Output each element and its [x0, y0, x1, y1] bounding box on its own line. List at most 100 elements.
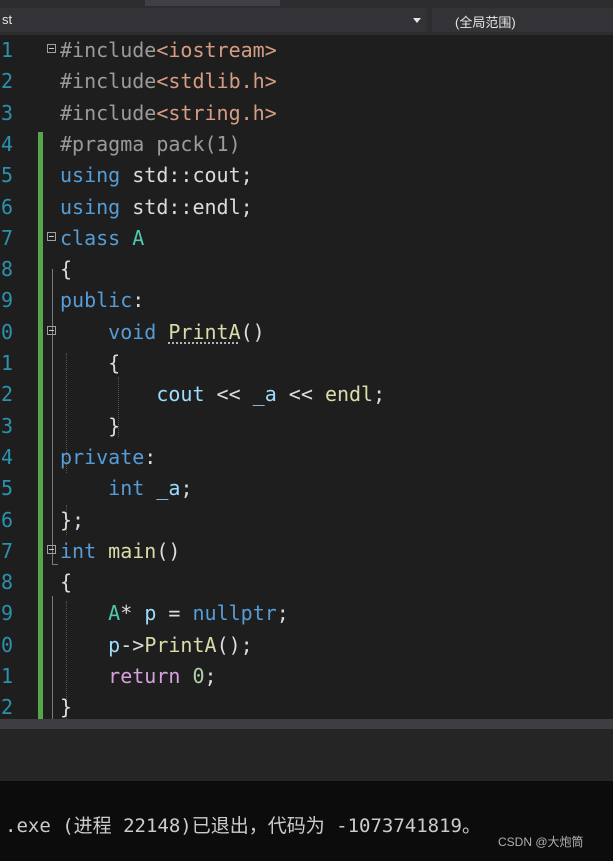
collapse-icon[interactable] [47, 44, 56, 53]
code-token: using [60, 163, 121, 188]
line-number: 8 [0, 570, 13, 595]
code-token: { [60, 257, 73, 282]
code-line[interactable]: 7 int main() [0, 536, 613, 567]
line-number: 6 [0, 507, 13, 532]
code-line[interactable]: 2 #include<stdlib.h> [0, 66, 613, 97]
line-number: 5 [0, 476, 13, 501]
code-line[interactable]: 1 { [0, 348, 613, 379]
line-number: 2 [0, 69, 13, 94]
code-token: ; [180, 476, 193, 501]
code-line[interactable]: 4 private: [0, 442, 613, 473]
code-line[interactable]: 7 class A [0, 223, 613, 254]
code-token: << [276, 382, 325, 407]
panel-splitter[interactable] [0, 719, 613, 729]
code-token: <string.h> [156, 100, 277, 125]
chevron-down-icon[interactable] [413, 18, 421, 23]
line-number: 2 [0, 382, 13, 407]
code-line[interactable]: 5 int _a; [0, 473, 613, 504]
code-line[interactable]: 1 return 0; [0, 661, 613, 692]
code-text: int main() [60, 539, 180, 563]
line-number: 0 [0, 632, 13, 657]
code-line[interactable]: 0 void PrintA() [0, 317, 613, 348]
code-text: return 0; [60, 664, 216, 688]
code-token: _a [252, 382, 277, 407]
code-token: { [60, 570, 73, 595]
code-token: -> [120, 632, 145, 657]
code-token: ; [276, 601, 289, 626]
collapse-icon[interactable] [47, 231, 56, 241]
code-line[interactable]: 9 A* p = nullptr; [0, 598, 613, 629]
collapse-icon[interactable] [47, 325, 56, 335]
code-token: cout [156, 382, 205, 407]
global-scope-label: (全局范围) [455, 15, 516, 30]
code-line[interactable]: 0 p->PrintA(); [0, 630, 613, 661]
code-line[interactable]: 9 public: [0, 285, 613, 316]
code-token: <iostream> [156, 38, 277, 62]
code-token: 0 [192, 664, 205, 688]
collapse-icon[interactable] [47, 544, 56, 554]
code-token: () [156, 538, 181, 563]
code-token: << [204, 382, 253, 407]
code-token: A [132, 225, 145, 250]
line-number: 7 [0, 225, 13, 250]
code-token: * [120, 601, 145, 626]
line-number: 8 [0, 257, 13, 282]
code-token: std::cout; [120, 163, 253, 188]
line-number: 1 [0, 664, 13, 688]
code-token: endl [324, 382, 374, 407]
code-token: () [240, 319, 265, 344]
code-text: int _a; [60, 476, 192, 500]
code-editor[interactable]: 1 #include<iostream> 2 #include<stdlib.h> 3 #… [0, 35, 613, 754]
code-token: return [108, 664, 181, 688]
code-token: main [108, 538, 157, 563]
code-line[interactable]: 1 #include<iostream> [0, 35, 613, 66]
code-line[interactable]: 5 using std::cout; [0, 160, 613, 191]
line-number: 6 [0, 194, 13, 219]
code-line[interactable]: 6}; [0, 505, 613, 536]
code-token: _a [156, 476, 181, 501]
code-token: #include [60, 100, 157, 125]
code-text: }; [60, 508, 84, 532]
code-text: class A [60, 226, 144, 250]
line-number: 9 [0, 288, 13, 313]
code-token: ; [373, 382, 386, 407]
project-scope-label: st [2, 12, 13, 27]
code-text: #include<stdlib.h> [60, 69, 277, 93]
code-text: #include<iostream> [60, 38, 277, 62]
code-line[interactable]: 3 } [0, 411, 613, 442]
line-number: 9 [0, 601, 13, 626]
line-number: 3 [0, 100, 13, 125]
code-token: p [108, 632, 121, 657]
code-token: PrintA [168, 319, 241, 344]
code-line[interactable]: 2 cout << _a << endl; [0, 379, 613, 410]
code-text: A* p = nullptr; [60, 601, 289, 625]
global-scope-dropdown[interactable]: (全局范围) [432, 8, 613, 32]
code-line[interactable]: 8{ [0, 254, 613, 285]
code-text: cout << _a << endl; [60, 382, 385, 406]
code-text: { [60, 351, 120, 375]
code-token: : [132, 288, 145, 313]
code-token: } [60, 695, 73, 720]
code-line[interactable]: 8{ [0, 567, 613, 598]
code-text: { [60, 570, 72, 594]
code-text: using std::endl; [60, 195, 253, 219]
project-scope-dropdown[interactable]: st [0, 8, 427, 32]
code-line[interactable]: 6 using std::endl; [0, 192, 613, 223]
document-tab[interactable] [145, 0, 280, 6]
code-token: p [144, 601, 157, 626]
code-text: using std::cout; [60, 163, 253, 187]
code-text: void PrintA() [60, 320, 265, 344]
code-line[interactable]: 3 #include<string.h> [0, 98, 613, 129]
code-token: void [108, 319, 157, 344]
code-text: } [60, 695, 72, 719]
code-token: int [108, 476, 145, 501]
code-line[interactable]: 4 #pragma pack(1) [0, 129, 613, 160]
code-text: } [60, 414, 120, 438]
code-token: class [60, 225, 121, 250]
code-text: #pragma pack(1) [60, 132, 241, 156]
